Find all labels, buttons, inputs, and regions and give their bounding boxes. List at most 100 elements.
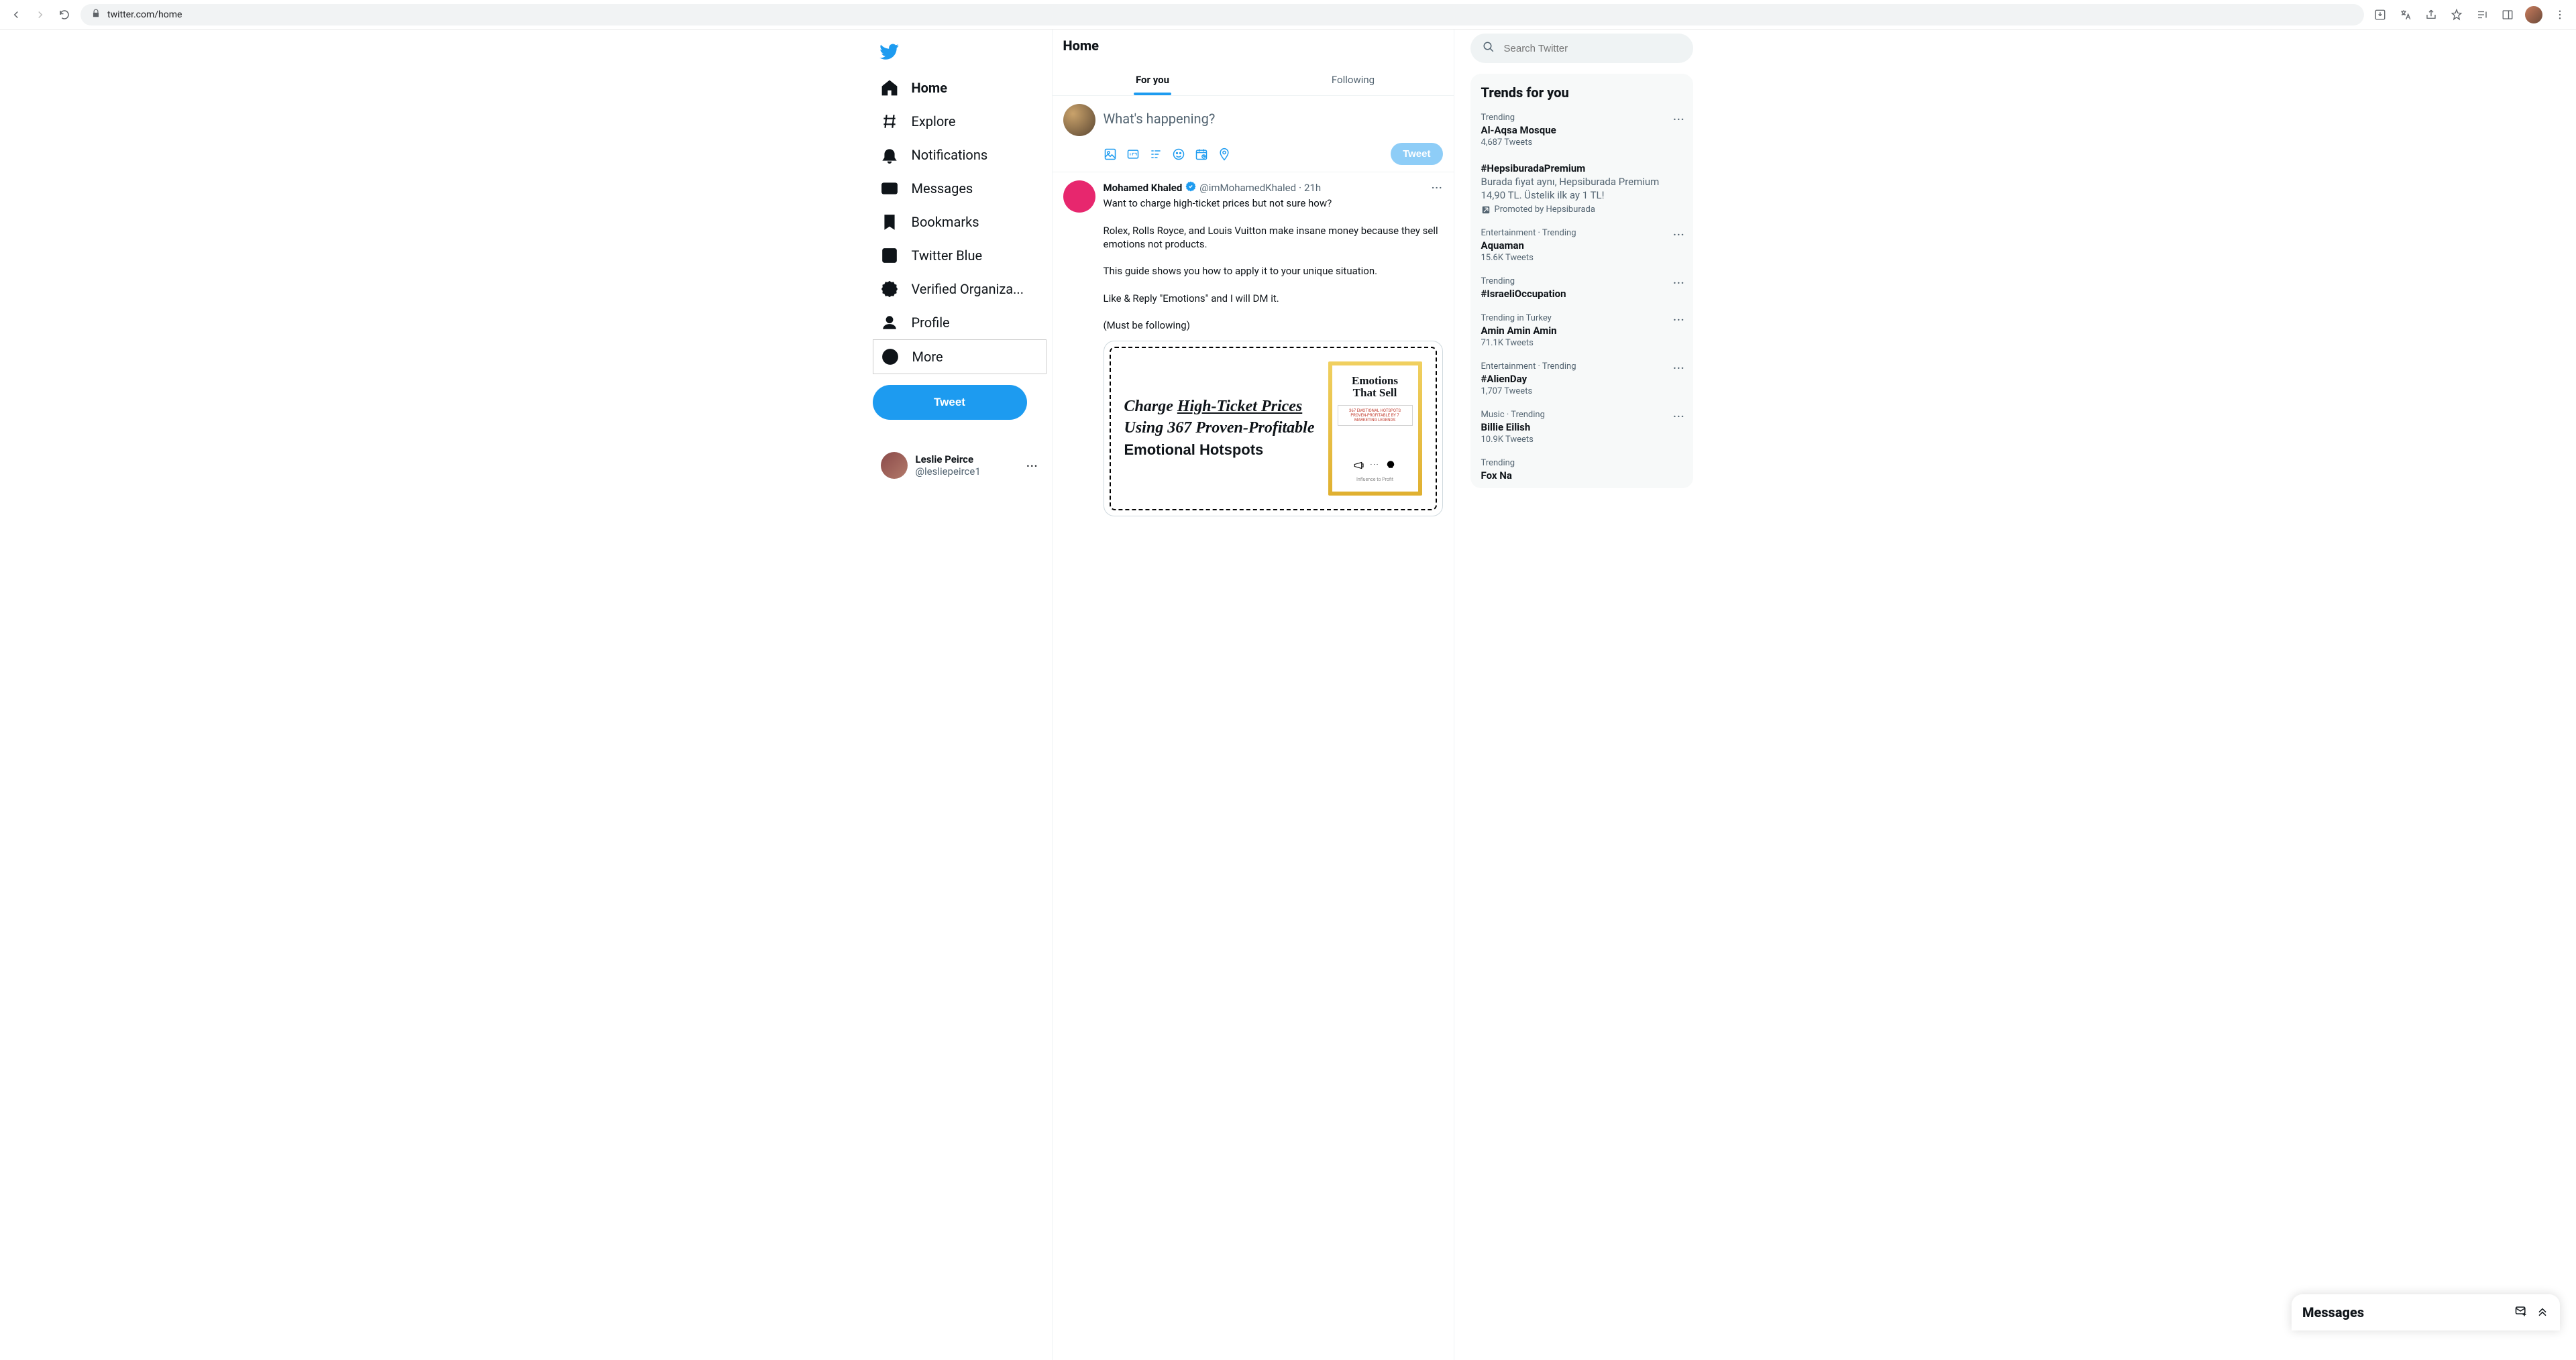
translate-icon[interactable] bbox=[2398, 7, 2414, 23]
tweet[interactable]: Mohamed Khaled @imMohamedKhaled · 21h ··… bbox=[1053, 172, 1454, 524]
lock-icon bbox=[91, 9, 101, 20]
trend-more-icon[interactable]: ··· bbox=[1673, 276, 1684, 289]
tab-following[interactable]: Following bbox=[1253, 64, 1454, 95]
sidebar-item-label: Notifications bbox=[912, 147, 988, 163]
compose-submit-button[interactable]: Tweet bbox=[1391, 143, 1442, 165]
tweet-time[interactable]: 21h bbox=[1304, 182, 1321, 194]
trend-item[interactable]: Trending Fox Na bbox=[1470, 451, 1693, 488]
verified-badge-icon bbox=[881, 280, 898, 298]
messages-dock-title: Messages bbox=[2302, 1304, 2506, 1320]
sidebar-item-more[interactable]: More bbox=[873, 339, 1046, 374]
tweet-author[interactable]: Mohamed Khaled bbox=[1104, 182, 1183, 194]
schedule-icon[interactable] bbox=[1195, 148, 1208, 161]
tweet-handle[interactable]: @imMohamedKhaled bbox=[1199, 182, 1296, 194]
trend-more-icon[interactable]: ··· bbox=[1673, 313, 1684, 326]
trend-item[interactable]: Trending Al-Aqsa Mosque 4,687 Tweets ··· bbox=[1470, 106, 1693, 154]
url-bar[interactable]: twitter.com/home bbox=[80, 4, 2364, 25]
person-icon bbox=[881, 314, 898, 331]
tweet-image-headline: Charge High-Ticket Prices Using 367 Prov… bbox=[1124, 396, 1318, 461]
share-icon[interactable] bbox=[2423, 7, 2439, 23]
sidebar-item-bookmarks[interactable]: Bookmarks bbox=[873, 205, 1046, 239]
twitter-logo-icon[interactable] bbox=[873, 35, 1046, 71]
sidebar-item-label: Messages bbox=[912, 180, 973, 196]
gif-icon[interactable] bbox=[1126, 148, 1140, 161]
sidebar-item-explore[interactable]: Explore bbox=[873, 105, 1046, 138]
trend-more-icon[interactable]: ··· bbox=[1673, 410, 1684, 422]
tab-for-you[interactable]: For you bbox=[1053, 64, 1253, 95]
tweet-image[interactable]: Charge High-Ticket Prices Using 367 Prov… bbox=[1104, 341, 1443, 516]
reload-icon[interactable] bbox=[56, 7, 72, 23]
trend-item[interactable]: Trending in Turkey Amin Amin Amin 71.1K … bbox=[1470, 306, 1693, 355]
trend-item[interactable]: Trending #IsraeliOccupation ··· bbox=[1470, 270, 1693, 306]
more-circle-icon bbox=[881, 348, 899, 365]
install-icon[interactable] bbox=[2372, 7, 2388, 23]
sidebar-item-notifications[interactable]: Notifications bbox=[873, 138, 1046, 172]
bell-icon bbox=[881, 146, 898, 164]
sidebar-item-profile[interactable]: Profile bbox=[873, 306, 1046, 339]
sidebar-item-messages[interactable]: Messages bbox=[873, 172, 1046, 205]
sidebar-item-label: Profile bbox=[912, 315, 950, 331]
account-name: Leslie Peirce bbox=[916, 453, 1019, 465]
trend-item[interactable]: Entertainment · Trending Aquaman 15.6K T… bbox=[1470, 221, 1693, 270]
sidebar-item-label: Verified Organiza... bbox=[912, 281, 1024, 297]
search-input[interactable] bbox=[1504, 43, 1681, 54]
search-icon bbox=[1483, 41, 1495, 56]
hash-icon bbox=[881, 113, 898, 130]
bookmark-icon bbox=[881, 213, 898, 231]
sidebar-item-label: Explore bbox=[912, 113, 956, 129]
compose-tweet: What's happening? Tweet bbox=[1053, 96, 1454, 172]
page-title: Home bbox=[1063, 38, 1443, 64]
side-panel-icon[interactable] bbox=[2500, 7, 2516, 23]
trend-item[interactable]: Entertainment · Trending #AlienDay 1,707… bbox=[1470, 355, 1693, 403]
sidebar-item-home[interactable]: Home bbox=[873, 71, 1046, 105]
sidebar-item-label: Home bbox=[912, 80, 948, 96]
book-graphic: EmotionsThat Sell 367 EMOTIONAL HOTSPOTS… bbox=[1328, 361, 1422, 496]
messages-dock[interactable]: Messages bbox=[2292, 1294, 2560, 1330]
browser-chrome: twitter.com/home bbox=[0, 0, 2576, 30]
trend-item[interactable]: Music · Trending Billie Eilish 10.9K Twe… bbox=[1470, 403, 1693, 451]
sidebar-item-label: Twitter Blue bbox=[912, 247, 983, 264]
tweet-button[interactable]: Tweet bbox=[873, 385, 1027, 420]
home-icon bbox=[881, 79, 898, 97]
timeline-tabs: For you Following bbox=[1053, 64, 1454, 96]
emoji-icon[interactable] bbox=[1172, 148, 1185, 161]
tweet-avatar[interactable] bbox=[1063, 180, 1095, 213]
search-box[interactable] bbox=[1470, 34, 1693, 63]
verified-icon bbox=[1185, 180, 1197, 195]
browser-profile-avatar[interactable] bbox=[2525, 6, 2542, 23]
trend-more-icon[interactable]: ··· bbox=[1673, 228, 1684, 241]
tweet-more-icon[interactable]: ··· bbox=[1432, 182, 1443, 194]
promoted-label: Promoted by Hepsiburada bbox=[1481, 205, 1682, 215]
trend-more-icon[interactable]: ··· bbox=[1673, 361, 1684, 374]
sidebar-item-twitter-blue[interactable]: Twitter Blue bbox=[873, 239, 1046, 272]
trend-item[interactable]: #HepsiburadaPremium Burada fiyat aynı, H… bbox=[1470, 154, 1693, 221]
poll-icon[interactable] bbox=[1149, 148, 1163, 161]
sidebar-item-label: Bookmarks bbox=[912, 214, 979, 230]
tweet-text: Want to charge high-ticket prices but no… bbox=[1104, 196, 1443, 333]
account-handle: @lesliepeirce1 bbox=[916, 465, 1019, 477]
bookmark-star-icon[interactable] bbox=[2449, 7, 2465, 23]
main-column: Home For you Following What's happening?… bbox=[1052, 30, 1454, 1360]
sidebar-item-label: More bbox=[912, 349, 943, 365]
compose-avatar[interactable] bbox=[1063, 104, 1095, 136]
sidebar-item-verified-orgs[interactable]: Verified Organiza... bbox=[873, 272, 1046, 306]
forward-icon[interactable] bbox=[32, 7, 48, 23]
media-icon[interactable] bbox=[1104, 148, 1117, 161]
account-avatar bbox=[881, 452, 908, 479]
trend-more-icon[interactable]: ··· bbox=[1673, 113, 1684, 125]
twitter-blue-icon bbox=[881, 247, 898, 264]
reading-list-icon[interactable] bbox=[2474, 7, 2490, 23]
back-icon[interactable] bbox=[8, 7, 24, 23]
right-column: Trends for you Trending Al-Aqsa Mosque 4… bbox=[1454, 30, 1709, 1360]
url-text: twitter.com/home bbox=[107, 9, 182, 20]
compose-input[interactable]: What's happening? bbox=[1104, 104, 1443, 143]
kebab-menu-icon[interactable] bbox=[2552, 7, 2568, 23]
account-switcher[interactable]: Leslie Peirce @lesliepeirce1 ··· bbox=[873, 447, 1046, 484]
trends-title: Trends for you bbox=[1470, 82, 1693, 106]
new-message-icon[interactable] bbox=[2514, 1304, 2528, 1320]
location-icon[interactable] bbox=[1218, 148, 1231, 161]
expand-up-icon[interactable] bbox=[2536, 1304, 2549, 1320]
envelope-icon bbox=[881, 180, 898, 197]
trends-panel: Trends for you Trending Al-Aqsa Mosque 4… bbox=[1470, 74, 1693, 488]
sidebar: Home Explore Notifications Messages Book… bbox=[867, 30, 1052, 1360]
